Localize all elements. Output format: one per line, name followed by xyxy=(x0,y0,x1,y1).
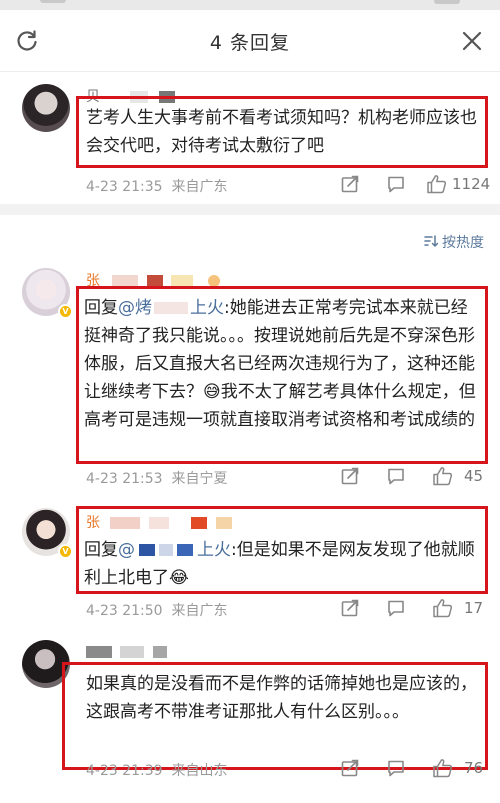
avatar[interactable] xyxy=(22,84,70,132)
comment-author[interactable]: 张 xyxy=(86,512,232,532)
blurred-name xyxy=(148,517,169,529)
reply-text: 回复@烤 上火:她能进去正常考完试本来就已经挺神奇了我只能说。。。按理说她前后先是… xyxy=(84,298,476,430)
blurred-name xyxy=(86,646,112,658)
emoji-icon: 😅 xyxy=(203,382,221,402)
comment-actions: 76 xyxy=(340,758,490,778)
like-count: 1124 xyxy=(452,175,491,193)
comment-actions: 45 xyxy=(340,466,490,486)
like-icon[interactable] xyxy=(426,174,448,198)
comment-author[interactable] xyxy=(86,644,167,660)
comment-meta: 4-23 21:35 来自广东 xyxy=(86,176,227,196)
comment-icon[interactable] xyxy=(386,598,406,622)
comment-location: 来自广东 xyxy=(171,603,228,619)
comment-text: 艺考人生大事考前不看考试须知吗？机构老师应该也会交代吧，对待考试太敷衍了吧 xyxy=(86,108,477,156)
comment-meta: 4-23 21:39 来自山东 xyxy=(86,760,227,780)
comment-time: 4-23 21:50 xyxy=(86,603,163,619)
reply-text: 回复@ 上火:但是如果不是网友发现了他就顺利上北电了😂 xyxy=(84,540,475,588)
comment-location: 来自山东 xyxy=(171,763,228,779)
like-count: 45 xyxy=(464,467,484,485)
battery-icon xyxy=(434,0,460,4)
reply-comment: 如果真的是没看而不是作弊的话筛掉她也是应该的，这跟高考不带准考证那批人有什么区别… xyxy=(0,628,500,803)
comment-actions: 1124 xyxy=(340,174,490,194)
main-comment: 贝 艺考人生大事考前不看考试须知吗？机构老师应该也会交代吧，对待考试太敷衍了吧 … xyxy=(0,72,500,204)
blurred-name xyxy=(177,544,193,556)
blurred-name xyxy=(159,544,173,556)
blurred-name xyxy=(154,302,188,314)
comment-icon[interactable] xyxy=(386,466,406,490)
comment-actions: 17 xyxy=(340,598,490,618)
share-icon[interactable] xyxy=(340,174,360,198)
sort-icon xyxy=(423,234,438,252)
close-icon[interactable] xyxy=(460,29,484,53)
like-icon[interactable] xyxy=(432,758,454,782)
verified-badge-icon: V xyxy=(58,544,73,559)
like-count: 76 xyxy=(464,759,484,777)
reply-panel-header: 4 条回复 xyxy=(0,10,500,72)
comment-location: 来自广东 xyxy=(171,179,228,195)
reply-comment: V 张 回复@烤 上火:她能进去正常考完试本来就已经挺神奇了我只能说。。。按理说她… xyxy=(0,262,500,498)
share-icon[interactable] xyxy=(340,758,360,782)
blurred-name xyxy=(191,517,208,529)
blurred-name xyxy=(215,517,232,529)
page-title: 4 条回复 xyxy=(209,32,291,54)
mention-link[interactable]: @烤 上火 xyxy=(118,298,224,318)
like-icon[interactable] xyxy=(432,598,454,622)
comment-icon[interactable] xyxy=(386,758,406,782)
share-icon[interactable] xyxy=(340,466,360,490)
reply-comment: V 张 回复@ 上火:但是如果不是网友发现了他就顺利上北电了😂 4-23 21:5… xyxy=(0,498,500,628)
comment-time: 4-23 21:53 xyxy=(86,471,163,487)
blurred-name xyxy=(120,646,145,658)
comment-icon[interactable] xyxy=(386,174,406,198)
comment-meta: 4-23 21:50 来自广东 xyxy=(86,600,227,620)
like-icon[interactable] xyxy=(432,466,454,490)
comment-time: 4-23 21:39 xyxy=(86,763,163,779)
blurred-name xyxy=(110,517,141,529)
status-time xyxy=(40,0,66,3)
comment-time: 4-23 21:35 xyxy=(86,179,163,195)
share-icon[interactable] xyxy=(340,598,360,622)
status-bar xyxy=(0,0,500,10)
like-count: 17 xyxy=(464,599,484,617)
emoji-icon: 😂 xyxy=(169,568,189,588)
blurred-name xyxy=(152,646,167,658)
reply-text: 如果真的是没看而不是作弊的话筛掉她也是应该的，这跟高考不带准考证那批人有什么区别… xyxy=(86,674,477,722)
verified-badge-icon: V xyxy=(58,304,73,319)
comment-meta: 4-23 21:53 来自宁夏 xyxy=(86,468,227,488)
mention-link[interactable]: @ 上火 xyxy=(118,540,231,560)
comment-location: 来自宁夏 xyxy=(171,471,228,487)
blurred-name xyxy=(139,544,155,556)
section-divider xyxy=(0,204,500,215)
sort-by-hot-button[interactable]: 按热度 xyxy=(423,232,484,252)
